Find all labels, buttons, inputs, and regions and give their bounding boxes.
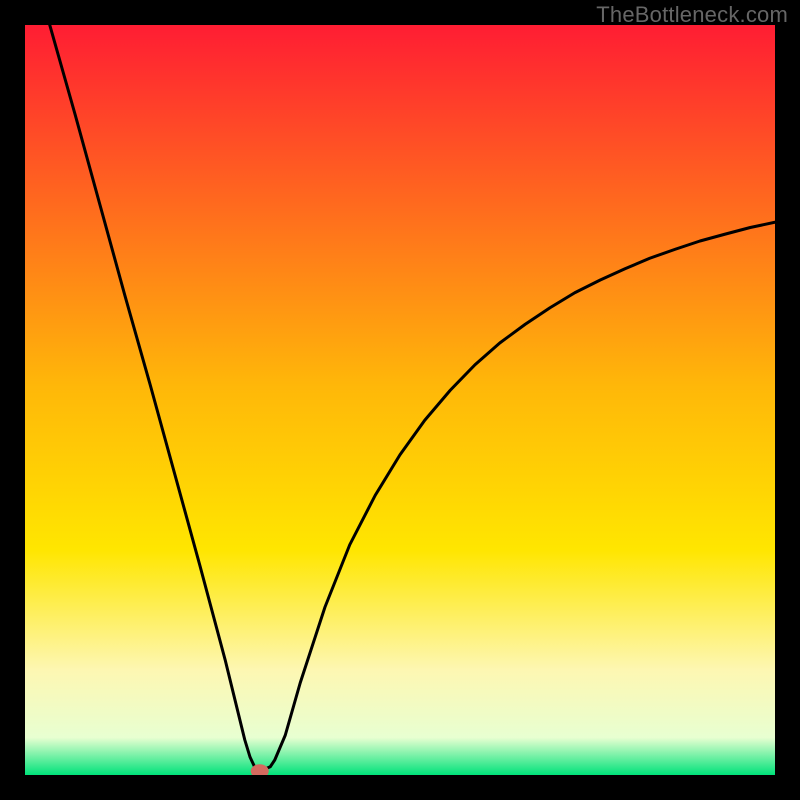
watermark-label: TheBottleneck.com [596,2,788,28]
chart-svg [25,25,775,775]
gradient-background [25,25,775,775]
plot-area [25,25,775,775]
chart-frame: TheBottleneck.com [0,0,800,800]
